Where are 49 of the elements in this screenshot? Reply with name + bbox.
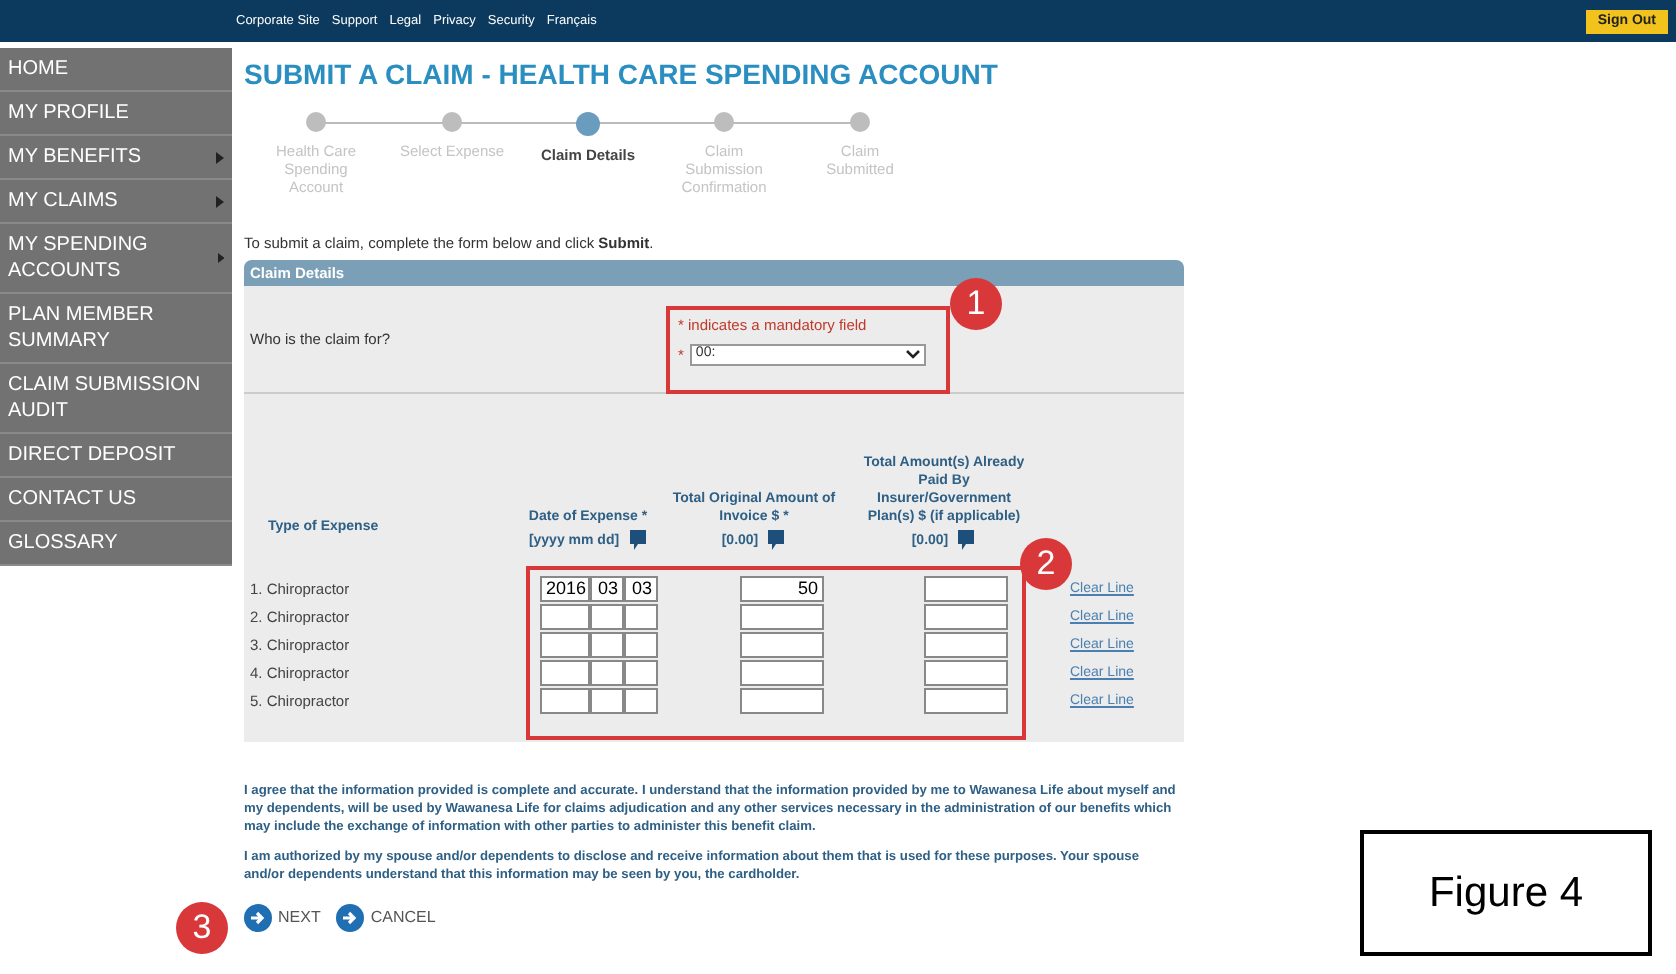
day-field[interactable] [624, 604, 658, 631]
year-field[interactable]: 2016 [540, 576, 590, 603]
page-title: SUBMIT A CLAIM - HEALTH CARE SPENDING ACCOUNT [244, 56, 1000, 94]
paid-field[interactable] [924, 632, 1008, 659]
paid-field[interactable] [924, 576, 1008, 603]
sidebar-item[interactable]: PLAN MEMBER SUMMARY [0, 294, 232, 364]
arrow-circle-icon [244, 904, 272, 933]
sidebar-item[interactable]: DIRECT DEPOSIT [0, 434, 232, 478]
sidebar-item[interactable]: HOME [0, 48, 232, 92]
month-field[interactable] [590, 660, 624, 687]
chevron-down-icon [905, 349, 920, 360]
sidebar-item[interactable]: MY BENEFITS [0, 136, 232, 180]
sidebar-item[interactable]: MY PROFILE [0, 92, 232, 136]
year-field[interactable] [540, 604, 590, 631]
amount-field[interactable] [740, 632, 824, 659]
next-button[interactable]: NEXT [244, 904, 321, 933]
month-field[interactable] [590, 688, 624, 715]
month-field[interactable] [590, 632, 624, 659]
sidebar-item[interactable]: CLAIM SUBMISSION AUDIT [0, 364, 232, 434]
paid-field[interactable] [924, 688, 1008, 715]
year-field[interactable] [540, 632, 590, 659]
month-field[interactable] [590, 604, 624, 631]
paid-field[interactable] [924, 660, 1008, 687]
arrow-circle-icon [336, 904, 365, 933]
annotation-number: 3 [176, 902, 228, 954]
year-field[interactable] [540, 688, 590, 715]
amount-field[interactable] [740, 604, 824, 631]
sidebar-item[interactable]: MY SPENDING ACCOUNTS [0, 224, 232, 294]
day-field[interactable] [624, 632, 658, 659]
day-field[interactable]: 03 [624, 576, 658, 603]
help-bubble-icon[interactable] [956, 530, 977, 553]
figure-label: Figure 4 [1360, 830, 1652, 956]
help-bubble-icon[interactable] [766, 530, 787, 553]
sidebar-item[interactable]: GLOSSARY [0, 522, 232, 566]
month-field[interactable]: 03 [590, 576, 624, 603]
amount-field[interactable]: 50 [740, 576, 824, 603]
paid-field[interactable] [924, 604, 1008, 631]
sidebar-item[interactable]: MY CLAIMS [0, 180, 232, 224]
amount-field[interactable] [740, 688, 824, 715]
amount-field[interactable] [740, 660, 824, 687]
day-field[interactable] [624, 688, 658, 715]
sidebar-item[interactable]: CONTACT US [0, 478, 232, 522]
cancel-button[interactable]: CANCEL [336, 904, 436, 933]
caret-icon [217, 252, 224, 264]
caret-icon [216, 151, 224, 163]
year-field[interactable] [540, 660, 590, 687]
day-field[interactable] [624, 660, 658, 687]
caret-icon [216, 195, 224, 207]
help-bubble-icon[interactable] [627, 530, 648, 553]
